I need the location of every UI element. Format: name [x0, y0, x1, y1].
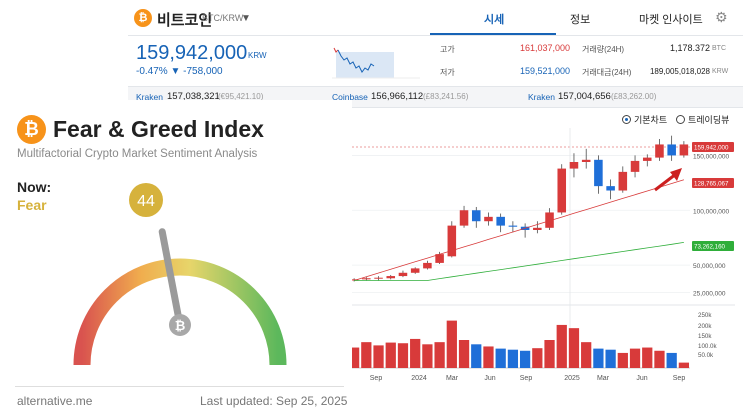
fear-greed-card: ₿ Fear & Greed Index Multifactorial Cryp…	[0, 100, 352, 418]
current-price: 159,942,000	[136, 42, 248, 64]
price-change: -0.47% ▼ -758,000	[136, 66, 223, 77]
gear-icon[interactable]: ⚙	[715, 9, 728, 26]
tab-info[interactable]: 정보	[570, 11, 590, 27]
price-change-pct: -0.47%	[136, 66, 168, 77]
tab-price[interactable]: 시세	[484, 11, 504, 27]
ohlc-row-2: 300,000 저가 40,871,000	[348, 153, 420, 160]
fng-title: Fear & Greed Index	[53, 116, 264, 142]
radio-basic-chart[interactable]: 기본차트	[622, 113, 667, 126]
exchange-price: 157,004,656	[558, 91, 611, 102]
radio-label: 트레이딩뷰	[688, 115, 730, 125]
radio-label: 기본차트	[634, 115, 668, 125]
mini-price-chart	[332, 47, 420, 79]
fng-value: 44	[137, 193, 155, 210]
fng-now-label: Now:	[17, 179, 52, 195]
exchange-name[interactable]: Kraken	[528, 92, 555, 102]
low-value: 159,521,000	[519, 66, 570, 76]
volume-label: 거래량(24H)	[582, 45, 625, 54]
volume-value: 1,178.372	[669, 43, 710, 53]
price-unit: KRW	[248, 51, 267, 60]
radio-selected-icon	[622, 115, 631, 124]
market-header: ₿ 비트코인 BTC/KRW ▼ 시세 정보 마켓 인사이트 ⚙	[128, 0, 743, 36]
bitcoin-logo-icon: ₿	[17, 115, 46, 144]
high-value: 161,037,000	[519, 43, 570, 53]
fng-last-updated: Last updated: Sep 25, 2025	[200, 394, 348, 408]
exchange-sub-price: (£83,262.00)	[611, 92, 657, 101]
fng-subtitle: Multifactorial Crypto Market Sentiment A…	[17, 148, 258, 160]
coin-dropdown-icon[interactable]: ▼	[241, 13, 251, 24]
fng-gauge: ₿ 44	[73, 183, 287, 366]
active-tab-underline	[430, 33, 556, 35]
coin-pair: BTC/KRW	[202, 13, 244, 23]
tab-market-insight[interactable]: 마켓 인사이트	[639, 11, 703, 27]
amount-unit: KRW	[712, 68, 729, 75]
fng-source-link[interactable]: alternative.me	[17, 394, 92, 408]
low-label: 저가	[440, 68, 455, 77]
fng-divider	[15, 386, 344, 387]
fng-classification: Fear	[17, 197, 47, 213]
radio-unselected-icon	[676, 115, 685, 124]
high-label: 고가	[440, 45, 455, 54]
volume-unit: BTC	[712, 45, 726, 52]
radio-tradingview[interactable]: 트레이딩뷰	[676, 113, 729, 126]
zoom-in-button[interactable]: +	[434, 290, 440, 301]
amount-value: 189,005,018,028	[649, 67, 710, 76]
gauge-needle	[158, 228, 184, 329]
needle-hub-bitcoin-icon: ₿	[175, 319, 186, 334]
exchange-price: 156,966,112	[371, 91, 424, 102]
exchange-sub-price: (£83,241.56)	[423, 92, 469, 101]
zoom-out-button[interactable]: −	[419, 290, 425, 301]
ohlc-row-1: 784,000 종가 47,266,000	[348, 143, 420, 150]
price-change-abs: ▼ -758,000	[170, 66, 223, 77]
bitcoin-logo-icon: ₿	[134, 9, 152, 27]
